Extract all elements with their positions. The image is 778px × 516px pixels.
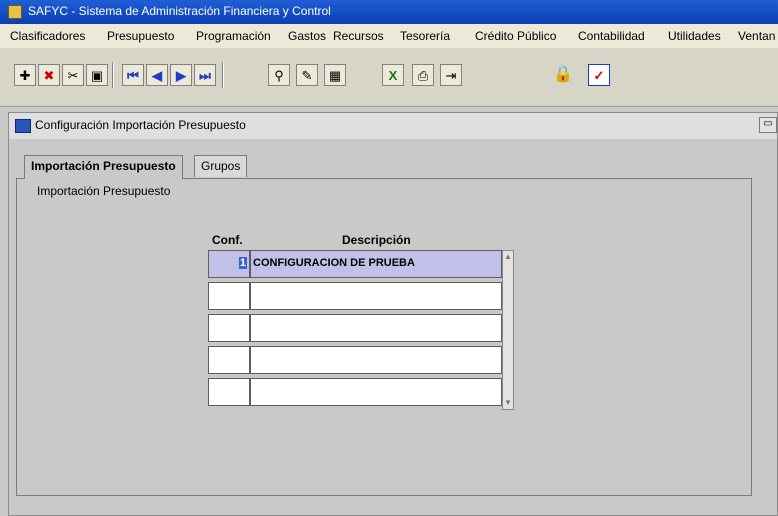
window-title: Configuración Importación Presupuesto xyxy=(35,118,246,132)
menu-gastos[interactable]: Gastos xyxy=(288,29,326,43)
conf-cell[interactable] xyxy=(208,282,250,310)
query-icon[interactable]: ✎ xyxy=(296,64,318,86)
window-icon xyxy=(15,119,31,133)
menu-bar: Clasificadores Presupuesto Programación … xyxy=(0,24,778,48)
descripcion-cell[interactable] xyxy=(250,282,502,310)
next-record-icon[interactable]: ▶ xyxy=(170,64,192,86)
descripcion-cell[interactable]: CONFIGURACION DE PRUEBA xyxy=(250,250,502,278)
menu-recursos[interactable]: Recursos xyxy=(333,29,384,43)
descripcion-value: CONFIGURACION DE PRUEBA xyxy=(253,257,415,269)
descripcion-cell[interactable] xyxy=(250,346,502,374)
tab-grupos[interactable]: Grupos xyxy=(194,155,248,177)
app-titlebar: SAFYC - Sistema de Administración Financ… xyxy=(0,0,778,24)
checkbox-icon[interactable]: ✓ xyxy=(588,64,610,86)
conf-cell[interactable] xyxy=(208,346,250,374)
column-header-descripcion: Descripción xyxy=(342,233,411,247)
first-record-icon[interactable]: ⏮ xyxy=(122,64,144,86)
toolbar-separator xyxy=(112,62,114,88)
menu-tesoreria[interactable]: Tesorería xyxy=(400,29,450,43)
menu-clasificadores[interactable]: Clasificadores xyxy=(10,29,85,43)
cut-icon[interactable]: ✂ xyxy=(62,64,84,86)
toolbar-separator xyxy=(222,62,224,88)
minimize-button[interactable]: ▭ xyxy=(759,117,777,133)
menu-presupuesto[interactable]: Presupuesto xyxy=(107,29,174,43)
filter-icon[interactable]: ⚲ xyxy=(268,64,290,86)
menu-utilidades[interactable]: Utilidades xyxy=(668,29,721,43)
descripcion-cell[interactable] xyxy=(250,314,502,342)
lock-icon[interactable]: 🔒 xyxy=(552,64,574,86)
insert-record-icon[interactable]: ✚ xyxy=(14,64,36,86)
previous-record-icon[interactable]: ◀ xyxy=(146,64,168,86)
table-scrollbar[interactable]: ▲ ▼ xyxy=(502,250,514,410)
app-title: SAFYC - Sistema de Administración Financ… xyxy=(28,4,331,18)
exit-icon[interactable]: ⇥ xyxy=(440,64,462,86)
menu-credito-publico[interactable]: Crédito Público xyxy=(475,29,556,43)
tab-label: Importación Presupuesto xyxy=(31,159,176,173)
conf-value: 1 xyxy=(238,257,247,269)
app-icon xyxy=(8,5,22,19)
scroll-down-icon[interactable]: ▼ xyxy=(503,397,513,409)
panel-label: Importación Presupuesto xyxy=(37,184,171,198)
conf-cell[interactable] xyxy=(208,378,250,406)
conf-cell[interactable] xyxy=(208,314,250,342)
excel-icon[interactable]: X xyxy=(382,64,404,86)
delete-record-icon[interactable]: ✖ xyxy=(38,64,60,86)
scroll-up-icon[interactable]: ▲ xyxy=(503,251,513,263)
column-header-conf: Conf. xyxy=(212,233,243,247)
last-record-icon[interactable]: ⏭ xyxy=(194,64,216,86)
window-titlebar: Configuración Importación Presupuesto ▭ xyxy=(9,113,777,139)
tab-label: Grupos xyxy=(201,159,241,173)
menu-contabilidad[interactable]: Contabilidad xyxy=(578,29,645,43)
menu-ventana[interactable]: Ventan xyxy=(738,29,775,43)
save-icon[interactable]: ▣ xyxy=(86,64,108,86)
conf-cell[interactable]: 1 xyxy=(208,250,250,278)
print-icon[interactable]: ⎙ xyxy=(412,64,434,86)
calculator-icon[interactable]: ▦ xyxy=(324,64,346,86)
menu-programacion[interactable]: Programación xyxy=(196,29,271,43)
descripcion-cell[interactable] xyxy=(250,378,502,406)
tab-importacion-presupuesto[interactable]: Importación Presupuesto xyxy=(24,155,183,179)
toolbar: ✚ ✖ ✂ ▣ ⏮ ◀ ▶ ⏭ ⚲ ✎ ▦ X ⎙ ⇥ 🔒 ✓ xyxy=(0,48,778,107)
